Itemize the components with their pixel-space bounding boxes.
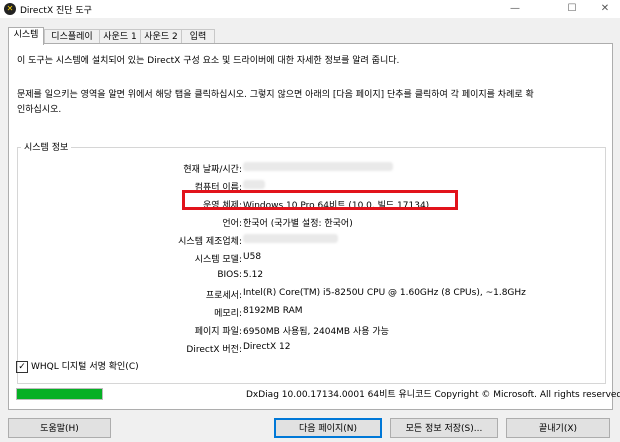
label-language: 언어: bbox=[222, 219, 242, 229]
label-processor: 프로세서: bbox=[205, 291, 242, 301]
value-processor: Intel(R) Core(TM) i5-8250U CPU @ 1.60GHz… bbox=[243, 288, 526, 298]
label-current-datetime: 현재 날짜/시간: bbox=[183, 165, 242, 175]
os-highlight-box bbox=[182, 190, 458, 210]
value-page-file: 6950MB 사용됨, 2404MB 사용 가능 bbox=[243, 327, 389, 337]
window-title: DirectX 진단 도구 bbox=[20, 6, 92, 16]
progress-bar bbox=[16, 388, 103, 400]
exit-button[interactable]: 끝내기(X) bbox=[506, 418, 610, 438]
intro-text-1: 이 도구는 시스템에 설치되어 있는 DirectX 구성 요소 및 드라이버에… bbox=[17, 56, 400, 66]
system-tab-panel: 이 도구는 시스템에 설치되어 있는 DirectX 구성 요소 및 드라이버에… bbox=[8, 43, 613, 410]
title-bar: ✕ DirectX 진단 도구 — ☐ ✕ bbox=[0, 0, 620, 18]
whql-checkbox[interactable]: ✓ WHQL 디지털 서명 확인(C) bbox=[16, 359, 139, 373]
tab-input[interactable]: 입력 bbox=[181, 29, 215, 44]
intro-text-2: 문제를 일으키는 영역을 알면 위에서 해당 탭을 클릭하십시오. 그렇지 않으… bbox=[17, 90, 534, 100]
label-bios: BIOS: bbox=[217, 270, 242, 280]
value-manufacturer bbox=[243, 234, 338, 246]
label-manufacturer: 시스템 제조업체: bbox=[178, 237, 242, 247]
label-page-file: 페이지 파일: bbox=[194, 327, 242, 337]
whql-checkbox-box[interactable]: ✓ bbox=[16, 360, 28, 373]
system-info-title: 시스템 정보 bbox=[21, 140, 72, 153]
close-button[interactable]: ✕ bbox=[590, 0, 620, 18]
intro-text-3: 인하십시오. bbox=[17, 105, 62, 115]
label-system-model: 시스템 모델: bbox=[194, 255, 242, 265]
label-memory: 메모리: bbox=[214, 309, 242, 319]
version-copyright: DxDiag 10.00.17134.0001 64비트 유니코드 Copyri… bbox=[246, 390, 620, 400]
tab-sound-1[interactable]: 사운드 1 bbox=[99, 29, 141, 44]
value-directx-version: DirectX 12 bbox=[243, 342, 291, 352]
value-language: 한국어 (국가별 설정: 한국어) bbox=[243, 219, 353, 229]
progress-fill bbox=[17, 389, 102, 399]
next-page-button[interactable]: 다음 페이지(N) bbox=[274, 418, 382, 438]
value-bios: 5.12 bbox=[243, 270, 264, 280]
maximize-button[interactable]: ☐ bbox=[557, 0, 587, 18]
whql-label: WHQL 디지털 서명 확인(C) bbox=[31, 362, 139, 372]
tab-sound-2[interactable]: 사운드 2 bbox=[140, 29, 182, 44]
directx-icon: ✕ bbox=[4, 3, 16, 15]
help-button[interactable]: 도움말(H) bbox=[8, 418, 111, 438]
save-all-info-button[interactable]: 모든 정보 저장(S)... bbox=[390, 418, 498, 438]
value-current-datetime bbox=[243, 162, 393, 174]
value-system-model: U58 bbox=[243, 252, 262, 262]
label-directx-version: DirectX 버전: bbox=[186, 345, 242, 355]
tab-display[interactable]: 디스플레이 bbox=[44, 29, 100, 44]
value-memory: 8192MB RAM bbox=[243, 306, 303, 316]
tab-system[interactable]: 시스템 bbox=[8, 27, 44, 45]
minimize-button[interactable]: — bbox=[500, 0, 530, 18]
